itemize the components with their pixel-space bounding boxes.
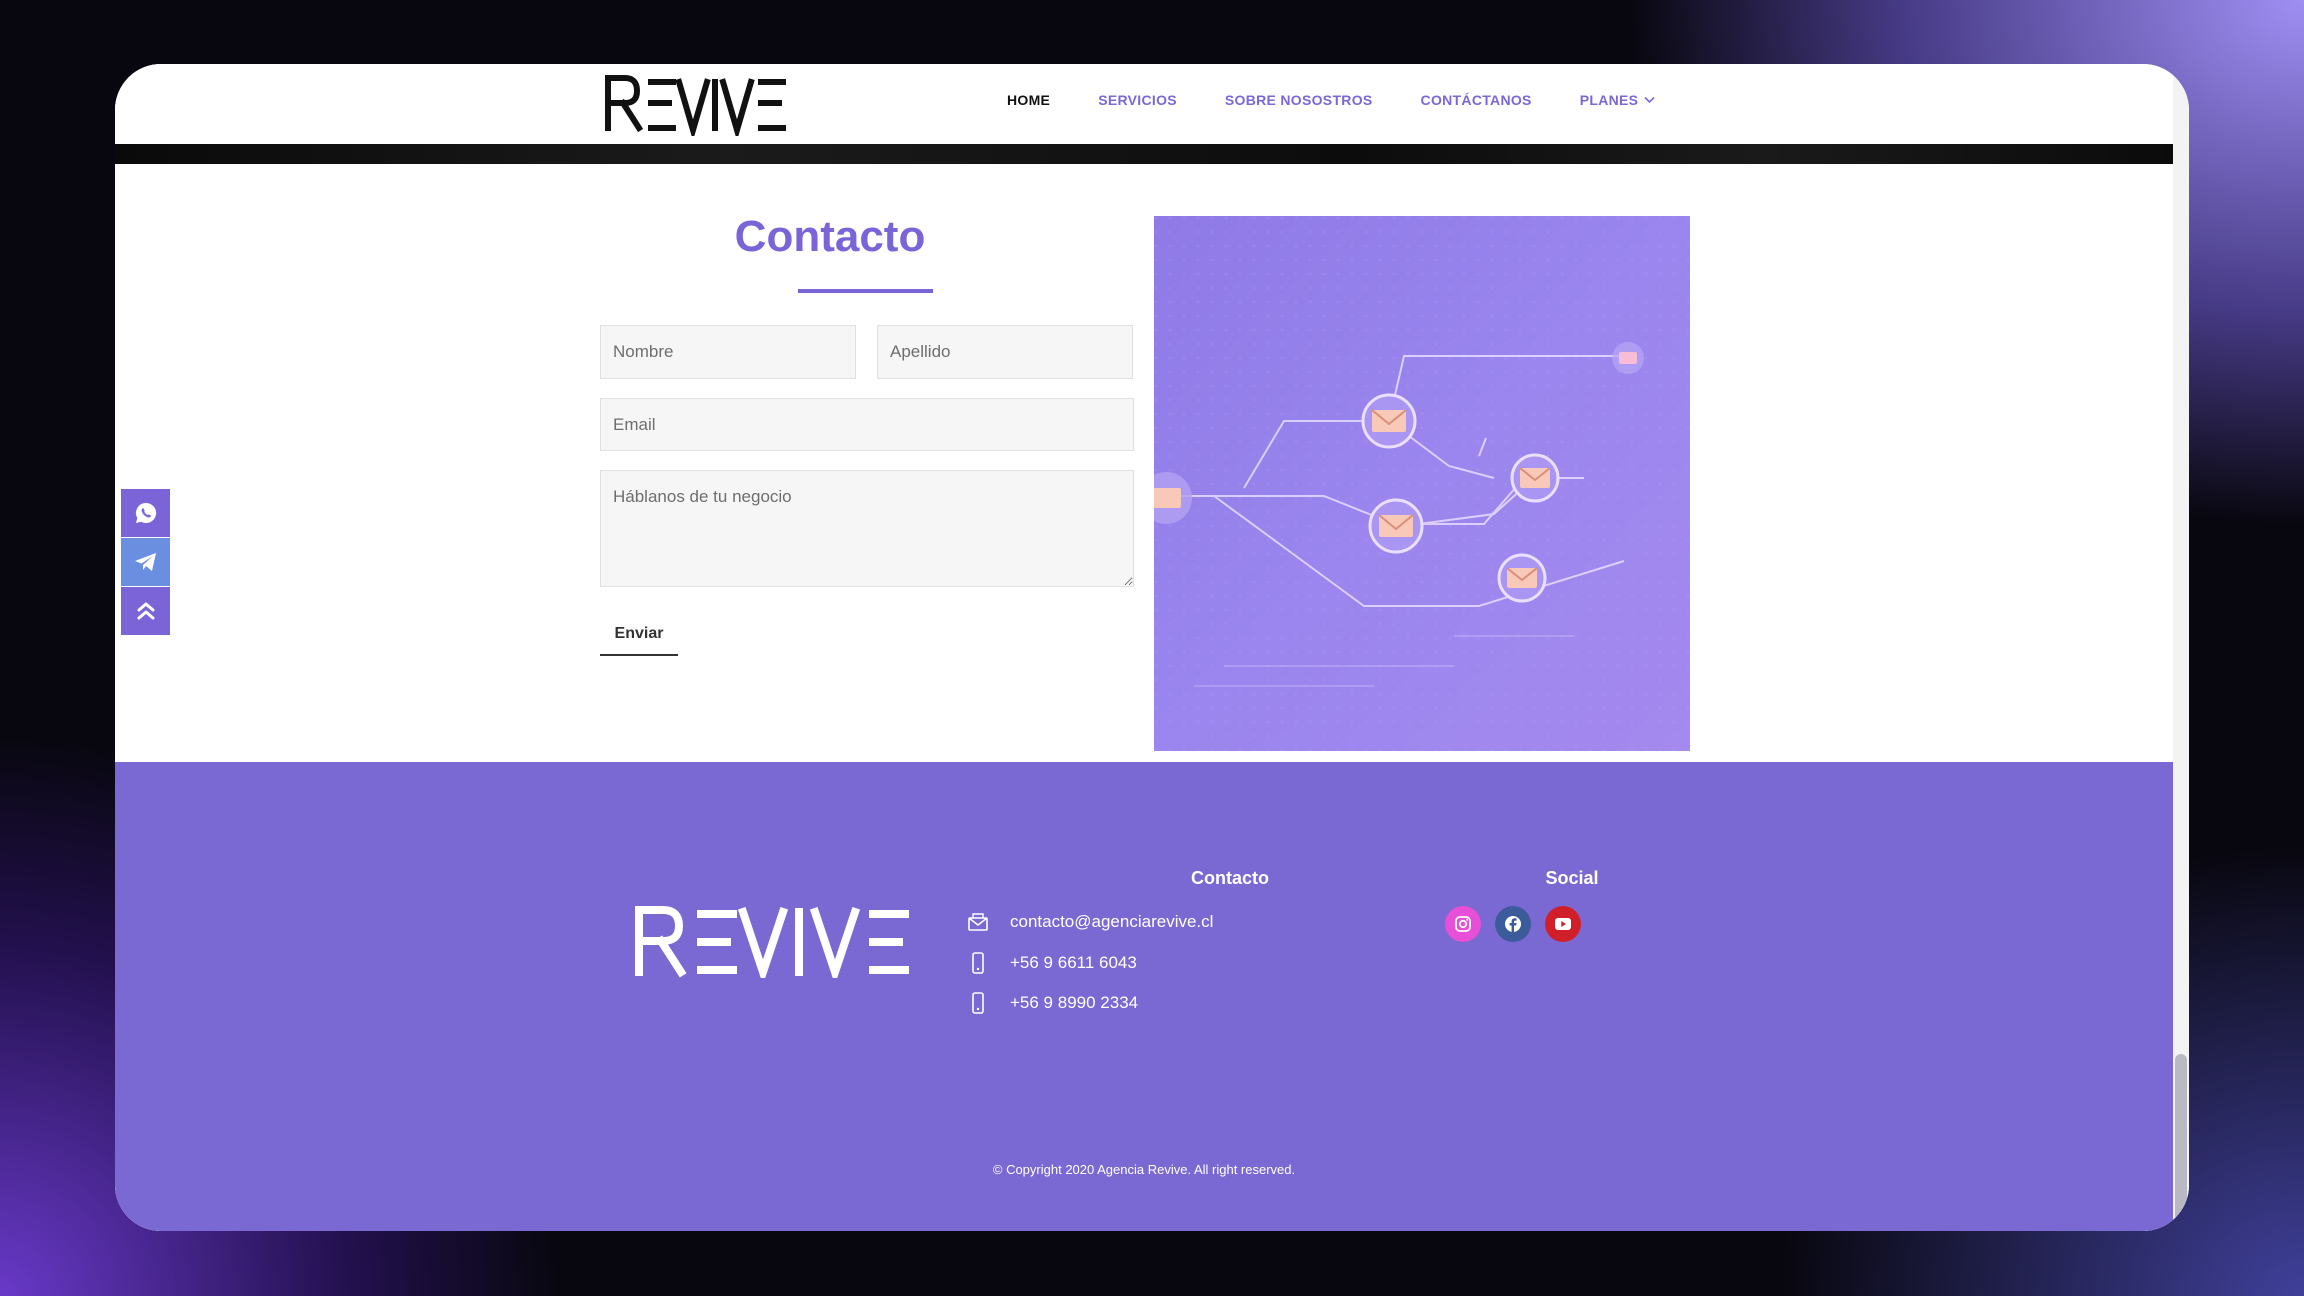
whatsapp-button[interactable] <box>121 489 170 537</box>
nav-contactanos[interactable]: CONTÁCTANOS <box>1421 92 1532 108</box>
scrollbar-thumb[interactable] <box>2175 1054 2187 1231</box>
first-name-input[interactable] <box>600 325 856 379</box>
copyright-text: © Copyright 2020 Agencia Revive. All rig… <box>992 1162 1296 1177</box>
scrollbar[interactable] <box>2173 64 2189 1231</box>
youtube-icon <box>1555 918 1571 930</box>
phone-icon <box>966 951 990 975</box>
facebook-icon <box>1505 916 1521 932</box>
footer-email-row: contacto@agenciarevive.cl <box>966 910 1213 934</box>
site-footer: Contacto contacto@agenciarevive.cl +56 9… <box>115 762 2173 1231</box>
instagram-icon <box>1455 916 1471 932</box>
footer-social-heading: Social <box>1545 868 1599 888</box>
scroll-to-top-button[interactable] <box>121 587 170 635</box>
email-input[interactable] <box>600 398 1134 451</box>
nav-planes[interactable]: PLANES <box>1580 92 1656 108</box>
message-textarea[interactable] <box>600 470 1134 587</box>
footer-phone-row-2: +56 9 8990 2334 <box>966 991 1138 1015</box>
footer-phone-1[interactable]: +56 9 6611 6043 <box>1010 953 1137 973</box>
mail-icon <box>966 910 990 934</box>
nav-servicios-label: SERVICIOS <box>1098 92 1177 108</box>
instagram-link[interactable] <box>1445 906 1481 942</box>
send-button[interactable]: Enviar <box>600 614 678 656</box>
nav-home-label: HOME <box>1007 92 1051 108</box>
footer-email-link[interactable]: contacto@agenciarevive.cl <box>1010 912 1213 932</box>
hero-bottom-strip <box>115 144 2173 164</box>
youtube-link[interactable] <box>1545 906 1581 942</box>
nav-planes-label: PLANES <box>1579 92 1639 108</box>
browser-frame: HOME SERVICIOS SOBRE NOSOSTROS CONTÁCTAN… <box>115 64 2189 1231</box>
nav-home[interactable]: HOME <box>1007 92 1050 108</box>
main-nav: HOME SERVICIOS SOBRE NOSOSTROS CONTÁCTAN… <box>1007 92 1655 108</box>
last-name-input[interactable] <box>877 325 1133 379</box>
phone-icon <box>966 991 990 1015</box>
chevron-down-icon <box>1644 96 1655 104</box>
nav-sobre-nosotros-label: SOBRE NOSOSTROS <box>1224 92 1373 108</box>
telegram-icon <box>134 553 156 571</box>
site-header: HOME SERVICIOS SOBRE NOSOSTROS CONTÁCTAN… <box>115 64 2173 144</box>
nav-sobre-nosotros[interactable]: SOBRE NOSOSTROS <box>1225 92 1373 108</box>
footer-contact-heading: Contacto <box>1191 868 1269 888</box>
revive-logo[interactable] <box>603 72 789 136</box>
revive-logo-footer[interactable] <box>633 904 913 978</box>
contact-title: Contacto <box>734 212 926 261</box>
nav-contactanos-label: CONTÁCTANOS <box>1420 92 1532 108</box>
title-underline <box>798 289 933 293</box>
whatsapp-icon <box>135 502 156 523</box>
nav-servicios[interactable]: SERVICIOS <box>1098 92 1177 108</box>
email-network-illustration <box>1154 216 1690 751</box>
telegram-button[interactable] <box>121 538 170 586</box>
scroll-top-icon <box>137 602 154 620</box>
footer-phone-2[interactable]: +56 9 8990 2334 <box>1010 993 1138 1013</box>
facebook-link[interactable] <box>1495 906 1531 942</box>
footer-phone-row-1: +56 9 6611 6043 <box>966 951 1137 975</box>
page-content: HOME SERVICIOS SOBRE NOSOSTROS CONTÁCTAN… <box>115 64 2173 1231</box>
